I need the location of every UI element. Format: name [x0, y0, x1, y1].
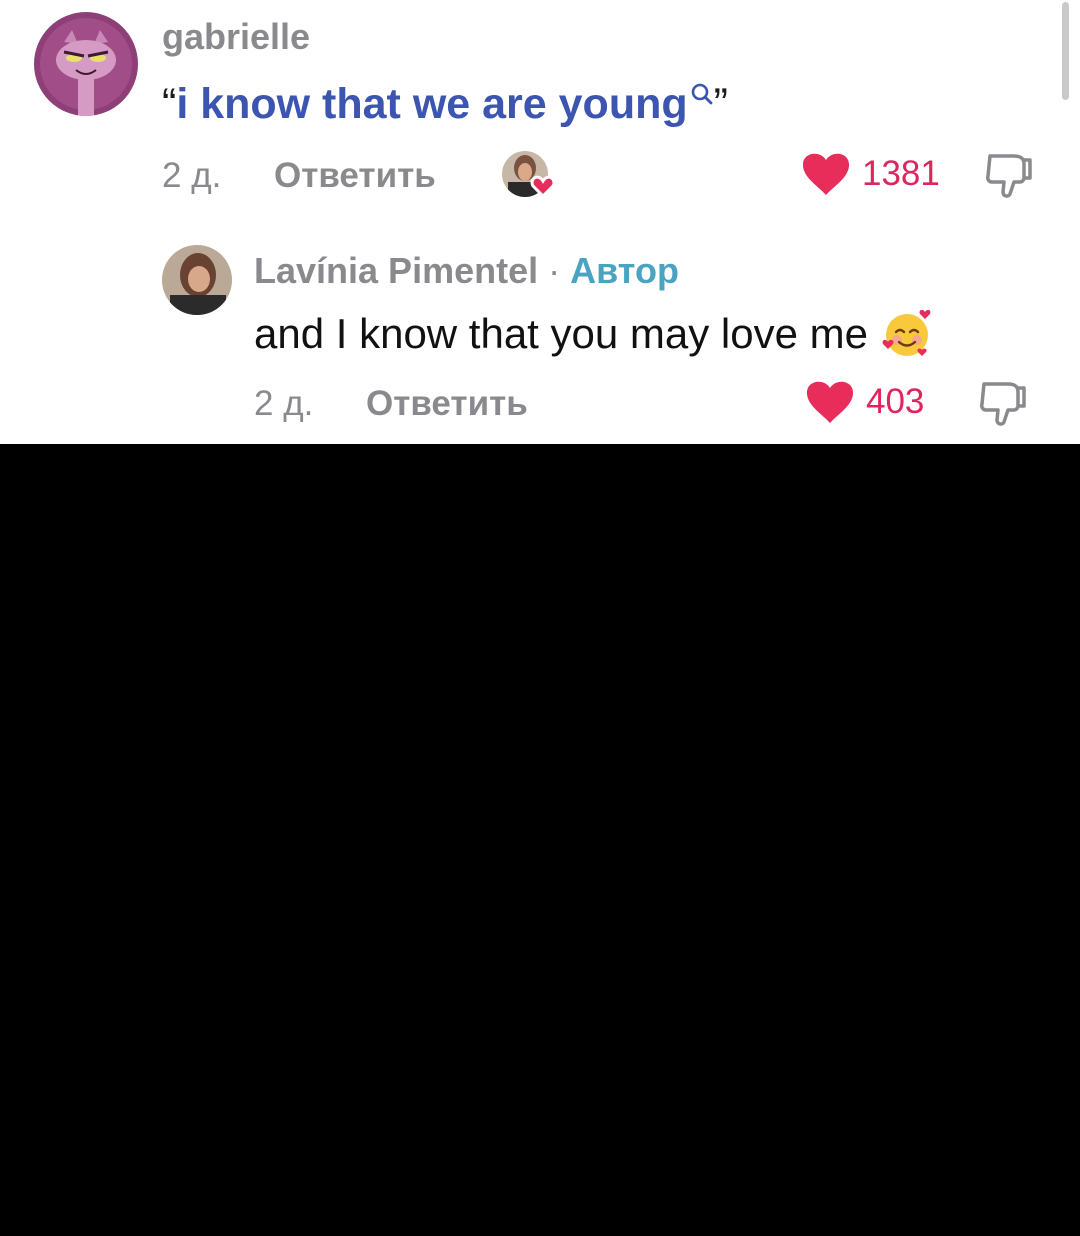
close-quote: ”	[713, 80, 728, 128]
comment-age: 2 д.	[254, 384, 314, 423]
dislike-icon	[980, 382, 1026, 426]
creator-liked-badge-icon	[502, 151, 556, 199]
creator-liked-avatar	[502, 150, 560, 202]
reply-text: and I know that you may love me	[254, 310, 868, 357]
author-badge: Автор	[570, 250, 679, 291]
reply-username[interactable]: Lavínia Pimentel	[254, 250, 538, 291]
reply-button[interactable]: Ответить	[274, 156, 436, 196]
reply-button[interactable]: Ответить	[366, 384, 528, 424]
heart-icon	[806, 381, 854, 423]
like-count: 1381	[862, 154, 940, 193]
comment-age: 2 д.	[162, 156, 222, 195]
avatar[interactable]	[34, 12, 138, 116]
heart-icon	[802, 153, 850, 195]
separator-dot: ·	[548, 250, 561, 291]
dislike-button[interactable]	[984, 152, 1034, 205]
like-count: 403	[866, 382, 925, 421]
cartoon-avatar-icon	[34, 12, 138, 116]
smiling-face-with-hearts-icon	[882, 309, 931, 356]
comment-text: “i know that we are young ”	[162, 80, 728, 129]
comment-username[interactable]: gabrielle	[162, 16, 310, 58]
scrollbar[interactable]	[1062, 2, 1069, 100]
person-avatar-icon	[162, 245, 232, 315]
open-quote: “	[162, 80, 177, 128]
dislike-button[interactable]	[978, 380, 1028, 433]
search-query-link[interactable]: i know that we are young	[176, 80, 687, 128]
like-button[interactable]: 1381	[802, 152, 940, 196]
comment-text: and I know that you may love me	[254, 309, 934, 360]
dislike-icon	[986, 154, 1032, 198]
avatar[interactable]	[162, 245, 232, 315]
like-button[interactable]: 403	[806, 380, 924, 424]
lower-black-area	[0, 444, 1080, 1236]
comment-username: Lavínia Pimentel · Автор	[254, 250, 679, 292]
search-icon[interactable]	[690, 82, 714, 106]
comments-panel: gabrielle “i know that we are young ” 2 д…	[0, 0, 1080, 444]
